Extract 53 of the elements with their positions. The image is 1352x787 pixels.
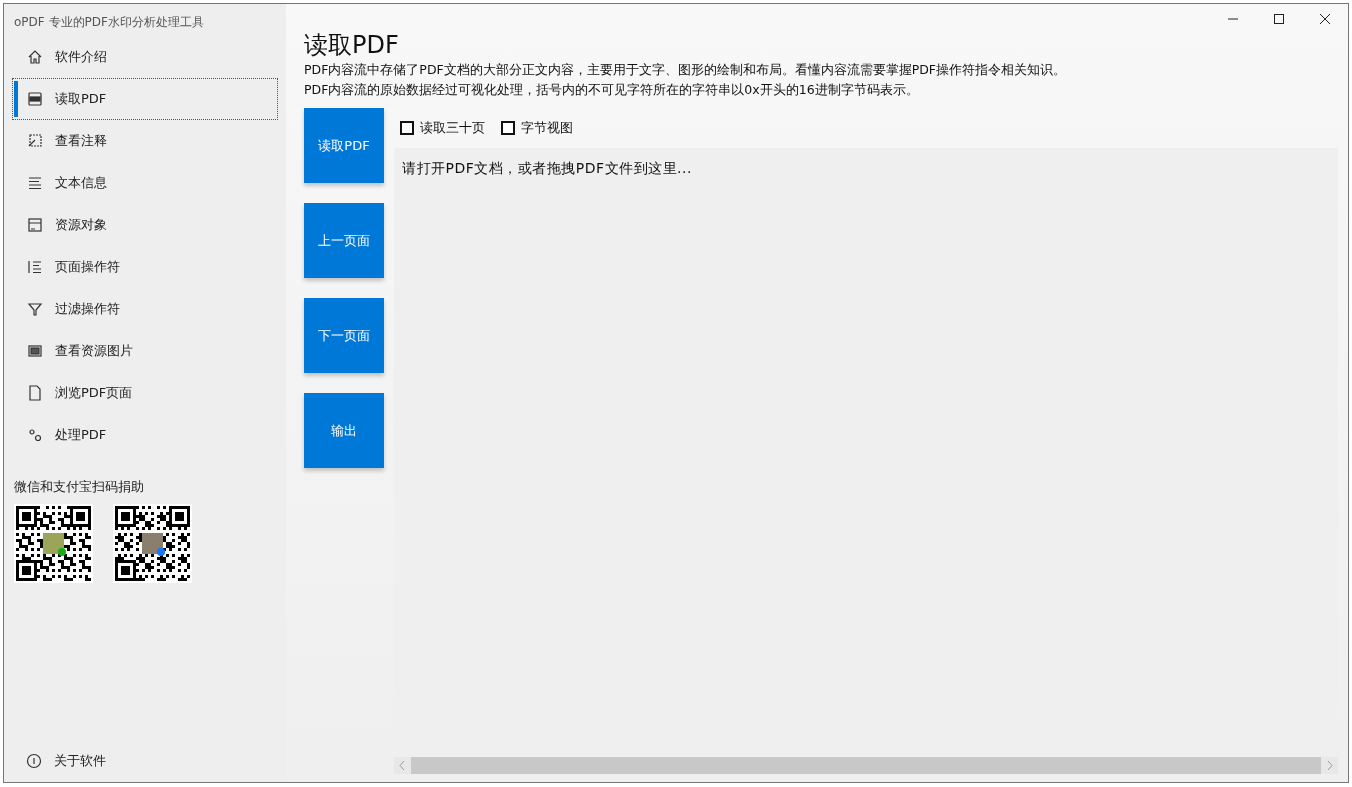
action-button[interactable]: 下一页面 (304, 298, 384, 373)
nav-item[interactable]: 查看资源图片 (12, 330, 278, 372)
description-text: PDF内容流的原始数据经过可视化处理，括号内的不可见字符所在的字符串以0x开头的16进制字节码表示。 (304, 81, 920, 99)
qr-code-icon (113, 504, 192, 583)
nav-item[interactable]: 处理PDF (12, 414, 278, 456)
nav-label: 读取PDF (55, 90, 107, 108)
nav-item[interactable]: 查看注释 (12, 120, 278, 162)
nav-item[interactable]: 页面操作符 (12, 246, 278, 288)
selection-indicator (14, 81, 18, 117)
checkbox[interactable] (501, 121, 515, 135)
action-button[interactable]: 读取PDF (304, 108, 384, 183)
nav-label: 资源对象 (55, 216, 107, 234)
nav-item[interactable]: 软件介绍 (12, 36, 278, 78)
nav-label: 查看资源图片 (55, 342, 133, 360)
qr-code-icon (14, 504, 93, 583)
nav-item[interactable]: 资源对象 (12, 204, 278, 246)
nav-label: 浏览PDF页面 (55, 384, 133, 402)
placeholder-text: 请打开PDF文档，或者拖拽PDF文件到这里... (401, 159, 693, 178)
pdf-file-icon (27, 91, 43, 107)
nav-item[interactable]: 文本信息 (12, 162, 278, 204)
checkbox[interactable] (400, 121, 414, 135)
nav-label: 查看注释 (55, 132, 107, 150)
nav-label: 软件介绍 (55, 48, 107, 66)
nav-label: 过滤操作符 (55, 300, 120, 318)
page-title: 读取PDF (304, 30, 400, 60)
checkbox-label: 字节视图 (521, 119, 573, 137)
about-item[interactable]: 关于软件 (4, 752, 286, 782)
checkbox-label: 读取三十页 (420, 119, 485, 137)
list-icon (27, 259, 43, 275)
archive-icon (27, 217, 43, 233)
filter-icon (27, 301, 43, 317)
nav-label: 处理PDF (55, 426, 107, 444)
nav-label: 文本信息 (55, 174, 107, 192)
action-button[interactable]: 输出 (304, 393, 384, 468)
text-lines-icon (27, 175, 43, 191)
nav-item[interactable]: 读取PDF (12, 78, 278, 120)
content-area[interactable]: 请打开PDF文档，或者拖拽PDF文件到这里... (394, 148, 1338, 774)
about-label: 关于软件 (54, 752, 106, 770)
gears-icon (27, 427, 43, 443)
nav-label: 页面操作符 (55, 258, 120, 276)
maximize-icon (1273, 13, 1285, 25)
annotation-icon (27, 133, 43, 149)
nav-item[interactable]: 过滤操作符 (12, 288, 278, 330)
description-text: PDF内容流中存储了PDF文档的大部分正文内容，主要用于文字、图形的绘制和布局。看懂内容流需要掌握PDF操作符指令相关知识。 (304, 61, 1068, 79)
action-button[interactable]: 上一页面 (304, 203, 384, 278)
home-icon (27, 49, 43, 65)
info-icon (26, 753, 42, 769)
close-icon (1319, 13, 1331, 25)
window-title: oPDF 专业的PDF水印分析处理工具 (13, 14, 205, 31)
document-icon (27, 385, 43, 401)
donate-label: 微信和支付宝扫码捐助 (13, 478, 145, 496)
picture-frame-icon (27, 343, 43, 359)
nav-item[interactable]: 浏览PDF页面 (12, 372, 278, 414)
